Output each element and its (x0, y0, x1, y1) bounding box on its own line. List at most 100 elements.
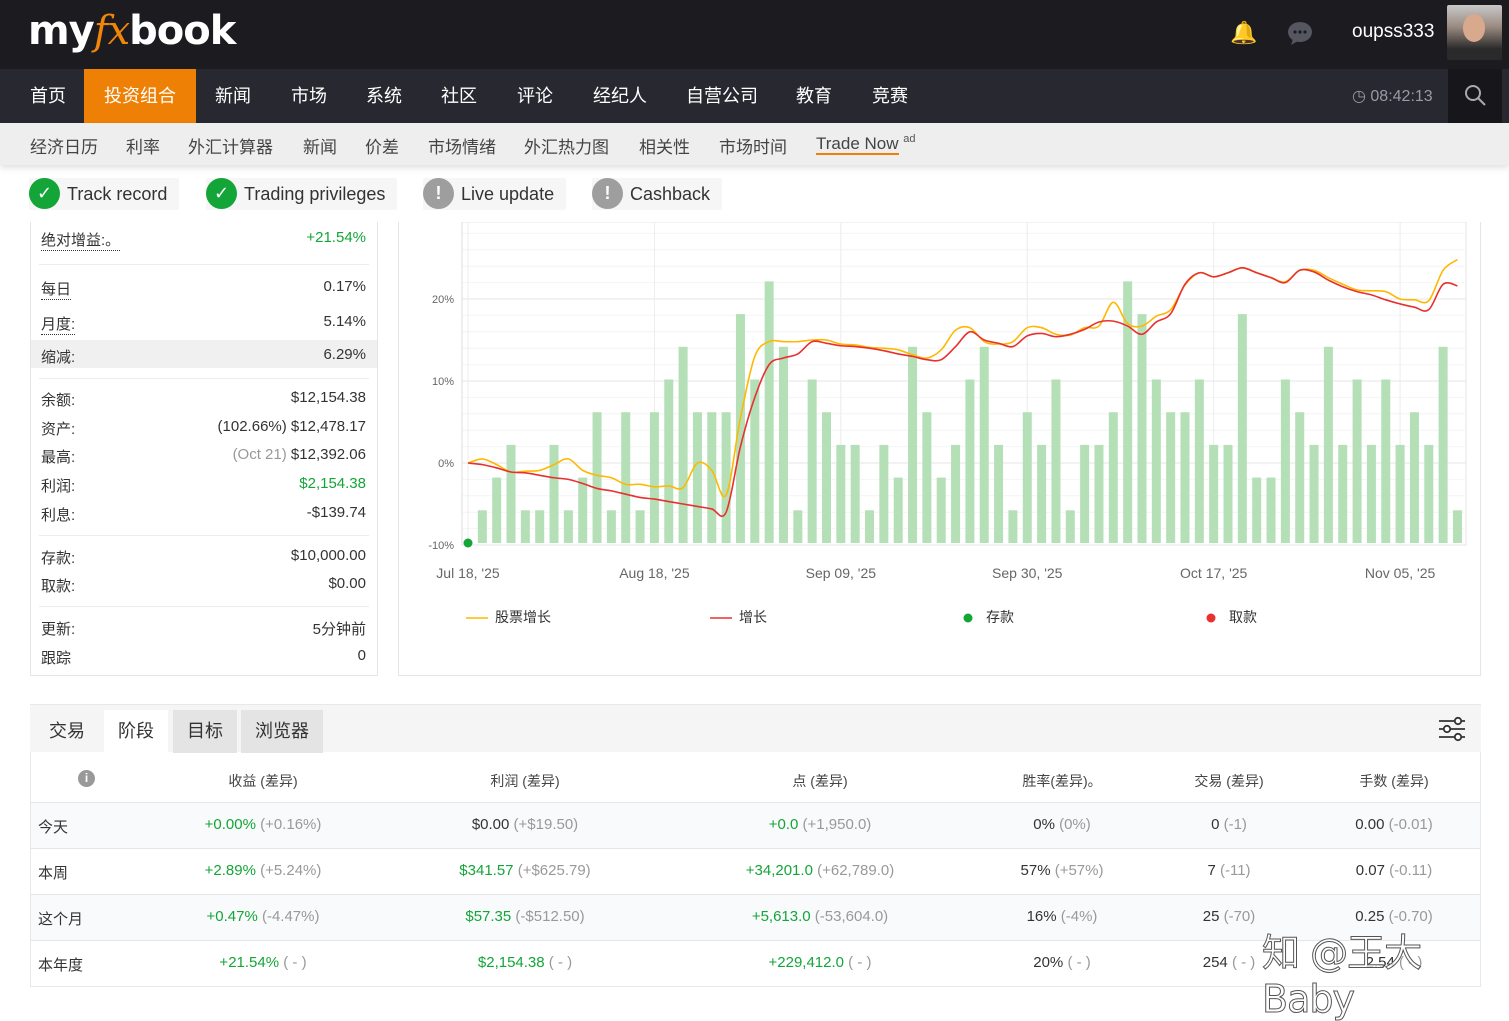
tab-trades[interactable]: 交易 (35, 710, 99, 753)
col-header-gain[interactable]: 收益 (差异) (228, 771, 297, 791)
row-label: 本年度 (38, 957, 84, 974)
stat-label[interactable]: 绝对增益:。 (41, 229, 121, 251)
bar (951, 444, 961, 543)
trade-now-link[interactable]: Trade Now (816, 133, 899, 155)
chart-legend: 股票增长 增长 存款 取款 (466, 609, 1257, 625)
clock: ◷ 08:42:13 (1352, 86, 1433, 106)
nav-systems[interactable]: 系统 (346, 69, 422, 123)
nav-contests[interactable]: 竞赛 (852, 69, 928, 123)
stat-label[interactable]: 每日 (41, 278, 72, 300)
legend-dot-swatch (963, 613, 973, 623)
myfxbook-logo[interactable]: myfxbook (28, 8, 236, 54)
bar (735, 314, 745, 543)
table-cell: +0.00% (+0.16%) (205, 816, 322, 833)
cell-value: +0.00% (204, 816, 256, 833)
subnav-economic-calendar[interactable]: 经济日历 (30, 133, 98, 158)
badge-cashback[interactable]: ! Cashback (592, 178, 723, 210)
nav-reviews[interactable]: 评论 (497, 69, 573, 123)
badge-label: Trading privileges (244, 184, 386, 204)
col-header-winrate[interactable]: 胜率(差异)。 (1022, 771, 1101, 791)
col-header-trades[interactable]: 交易 (差异) (1194, 771, 1263, 791)
subnav-forex-calculator[interactable]: 外汇计算器 (188, 133, 273, 158)
bar (692, 412, 702, 543)
badge-label: Track record (67, 184, 168, 204)
badge-trading-privileges[interactable]: ✓ Trading privileges (206, 178, 398, 210)
clock-time: 08:42:13 (1370, 88, 1433, 105)
subnav-market-hours[interactable]: 市场时间 (719, 133, 787, 158)
avatar[interactable] (1447, 5, 1502, 60)
bell-icon[interactable]: 🔔 (1230, 20, 1257, 46)
subnav-spreads[interactable]: 价差 (365, 133, 399, 158)
subnav-heatmap[interactable]: 外汇热力图 (524, 133, 609, 158)
chat-icon[interactable] (1287, 20, 1313, 46)
nav-news[interactable]: 新闻 (195, 69, 271, 123)
table-cell: +229,412.0 ( - ) (769, 954, 872, 971)
bar (678, 346, 688, 543)
nav-education[interactable]: 教育 (776, 69, 852, 123)
nav-market[interactable]: 市场 (271, 69, 347, 123)
y-axis-ticks: 20% 10% 0% -10% (428, 294, 454, 552)
username[interactable]: oupss333 (1352, 21, 1434, 43)
bar (1424, 444, 1434, 543)
tab-browser[interactable]: 浏览器 (241, 710, 323, 753)
cell-value: +34,201.0 (745, 862, 813, 879)
bar (1037, 444, 1047, 543)
tab-goals[interactable]: 目标 (173, 710, 237, 753)
bar (979, 346, 989, 543)
table-cell: 57% (+57%) (1021, 862, 1104, 879)
nav-brokers[interactable]: 经纪人 (573, 69, 667, 123)
stat-label[interactable]: 月度: (41, 313, 76, 335)
subnav-trade-now[interactable]: Trade Now ad (816, 133, 916, 155)
x-tick-label: Oct 17, '25 (1180, 565, 1247, 581)
check-icon: ✓ (29, 178, 60, 209)
table-cell: 16% (-4%) (1027, 908, 1098, 925)
settings-sliders-icon[interactable] (1437, 715, 1467, 743)
bar (1094, 444, 1104, 543)
cell-value: +229,412.0 (768, 954, 845, 971)
stat-label: 最高: (41, 449, 76, 466)
nav-community[interactable]: 社区 (421, 69, 497, 123)
badge-live-update[interactable]: ! Live update (423, 178, 567, 210)
cell-diff: (+5.24%) (260, 862, 322, 879)
bar (836, 444, 846, 543)
table-cell: 20% ( - ) (1033, 954, 1091, 971)
nav-home[interactable]: 首页 (10, 69, 86, 123)
bar (549, 444, 559, 543)
subnav-news[interactable]: 新闻 (303, 133, 337, 158)
cell-diff: (-4.47%) (261, 908, 320, 925)
tab-periods[interactable]: 阶段 (104, 710, 168, 753)
cell-diff: (+$19.50) (513, 816, 579, 833)
col-header-lots[interactable]: 手数 (差异) (1359, 771, 1428, 791)
table-cell: $0.00 (+$19.50) (472, 816, 578, 833)
bar (850, 444, 860, 543)
divider (39, 606, 369, 607)
badge-track-record[interactable]: ✓ Track record (29, 178, 180, 210)
table-cell: 7 (-11) (1207, 862, 1250, 879)
stat-value: $2,154.38 (299, 475, 366, 492)
nav-prop-firms[interactable]: 自营公司 (666, 69, 778, 123)
table-row: 本周 +2.89% (+5.24%) $341.57 (+$625.79) +34,2… (31, 848, 1480, 894)
subnav-interest-rates[interactable]: 利率 (126, 133, 160, 158)
info-icon[interactable]: i (78, 770, 95, 787)
bar (1008, 510, 1018, 543)
search-button[interactable] (1448, 69, 1502, 123)
growth-chart[interactable]: 20% 10% 0% -10% Jul 18, '25 Aug 18, '25 Sep 0… (398, 222, 1481, 676)
table-cell: +0.47% (-4.47%) (207, 908, 320, 925)
bar (1395, 444, 1405, 543)
cell-value: 25 (1202, 908, 1220, 925)
search-icon (1465, 85, 1486, 106)
bar (1080, 444, 1090, 543)
subnav-correlation[interactable]: 相关性 (639, 133, 690, 158)
table-cell: 0 (-1) (1211, 816, 1247, 833)
subnav-sentiment[interactable]: 市场情绪 (428, 133, 496, 158)
stat-value: -$139.74 (306, 504, 366, 521)
stat-label: 更新: (41, 621, 76, 638)
table-cell: $2,154.38 ( - ) (478, 954, 572, 971)
stat-note: (102.66%) (217, 418, 287, 435)
col-header-profit[interactable]: 利润 (差异) (490, 771, 559, 791)
col-header-pips[interactable]: 点 (差异) (792, 771, 847, 791)
bar (1309, 444, 1319, 543)
legend-label: 取款 (1229, 609, 1257, 625)
cell-value: 254 (1202, 954, 1228, 971)
nav-portfolio[interactable]: 投资组合 (84, 69, 196, 123)
